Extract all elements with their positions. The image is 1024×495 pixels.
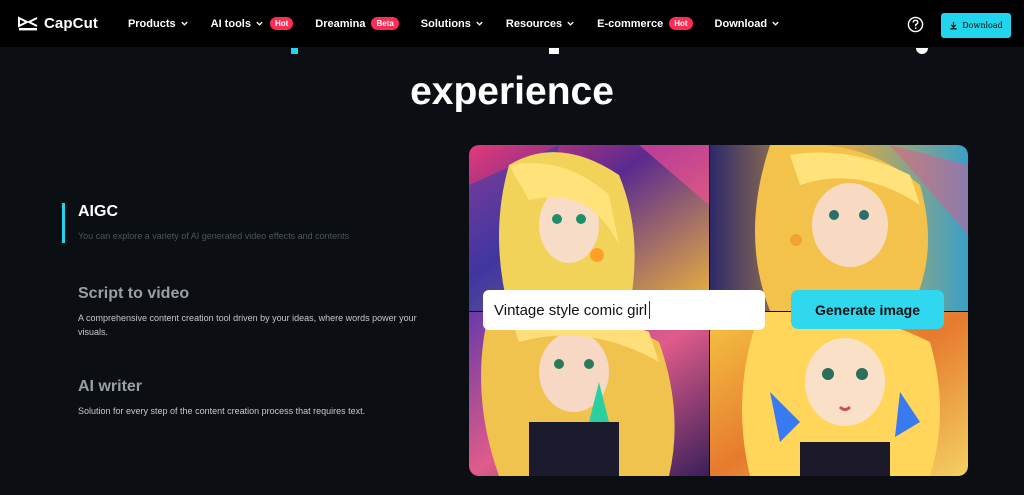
headline-fragment [916,48,928,54]
generated-image[interactable] [469,145,709,311]
chevron-down-icon [567,21,574,26]
nav-label: E-commerce [597,17,664,30]
headline-fragment [291,48,298,54]
prompt-input[interactable]: Vintage style comic girl [483,290,765,330]
download-button-label: Download [962,21,1003,30]
chevron-down-icon [772,21,779,26]
feature-script-to-video[interactable]: Script to video A comprehensive content … [62,285,427,339]
feature-ai-writer[interactable]: AI writer Solution for every step of the… [62,378,427,418]
nav-label: Resources [505,17,563,30]
nav-label: Dreamina [315,17,366,30]
feature-description: Solution for every step of the content c… [78,406,366,416]
hero-headline: experience [410,70,614,113]
chevron-down-icon [180,21,188,26]
hot-badge: Hot [269,17,294,30]
generate-image-button[interactable]: Generate image [791,290,944,329]
nav-item-ai-tools[interactable]: AI tools Hot [211,17,294,30]
prompt-input-value: Vintage style comic girl [494,301,648,319]
nav-item-dreamina[interactable]: Dreamina Beta [315,17,399,30]
hot-badge: Hot [669,17,693,30]
nav-item-e-commerce[interactable]: E-commerce Hot [597,17,693,30]
nav-item-resources[interactable]: Resources [506,18,575,30]
nav-label: AI tools [210,17,251,30]
chevron-down-icon [476,21,483,26]
nav-label: Solutions [420,17,471,30]
capcut-logo-icon [18,15,38,30]
generated-image[interactable] [469,312,709,476]
top-nav: CapCut Products AI tools Hot Dreamina Be… [0,0,1024,48]
text-caret [649,301,651,319]
beta-badge: Beta [371,17,399,30]
nav-item-download[interactable]: Download [715,18,781,30]
capcut-logo[interactable]: CapCut [18,15,98,32]
chevron-down-icon [256,21,263,26]
feature-description: You can explore a variety of AI generate… [78,231,350,241]
feature-description: A comprehensive content creation tool dr… [78,313,417,337]
brand-name: CapCut [44,15,98,32]
nav-label: Download [714,17,768,30]
headline-fragment [549,48,559,54]
feature-title: Script to video [78,285,190,302]
generated-image[interactable] [710,312,968,476]
nav-label: Products [127,17,176,30]
feature-title: AI writer [78,378,143,395]
feature-aigc[interactable]: AIGC You can explore a variety of AI gen… [62,203,392,243]
question-circle-icon[interactable] [907,16,924,33]
nav-item-solutions[interactable]: Solutions [421,18,484,30]
download-button[interactable]: Download [941,13,1011,38]
nav-item-products[interactable]: Products [128,18,189,30]
feature-title: AIGC [78,203,118,220]
download-arrow-icon [950,21,957,30]
generated-image[interactable] [710,145,968,311]
